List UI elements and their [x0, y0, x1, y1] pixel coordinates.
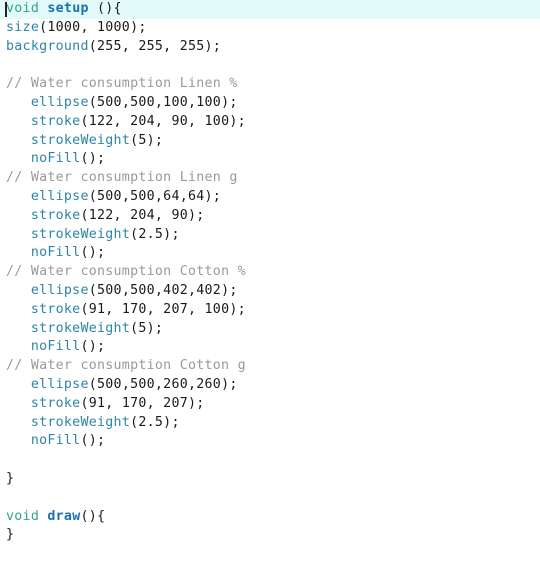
text-caret	[5, 2, 7, 17]
code-token-fn: noFill	[30, 339, 81, 355]
code-token-punc: (122, 204, 90);	[80, 207, 205, 223]
code-token-fn: noFill	[30, 151, 81, 167]
code-line[interactable]: strokeWeight(5);	[0, 320, 540, 339]
code-token-punc: (500,500,64,64);	[88, 188, 222, 204]
code-token-fn: noFill	[30, 433, 81, 449]
code-line[interactable]: strokeWeight(2.5);	[0, 226, 540, 245]
code-line[interactable]	[0, 56, 540, 75]
code-token-punc: (5);	[130, 320, 164, 336]
code-token-punc: (1000, 1000);	[39, 19, 147, 35]
code-line[interactable]: strokeWeight(5);	[0, 132, 540, 151]
code-token-cmt: // Water consumption Linen g	[6, 170, 238, 186]
code-token-fn: stroke	[30, 207, 81, 223]
code-token-kw: void	[6, 508, 40, 524]
code-token-punc: (91, 170, 207);	[80, 395, 205, 411]
code-token-fn: strokeWeight	[30, 320, 131, 336]
code-line[interactable]: stroke(122, 204, 90, 100);	[0, 113, 540, 132]
code-line[interactable]: noFill();	[0, 338, 540, 357]
code-token-fn: ellipse	[30, 188, 89, 204]
code-line[interactable]: ellipse(500,500,260,260);	[0, 376, 540, 395]
code-token-brace: }	[6, 470, 15, 486]
code-line[interactable]: void draw(){	[0, 508, 540, 527]
code-line[interactable]: stroke(91, 170, 207, 100);	[0, 301, 540, 320]
code-token-fn: ellipse	[30, 376, 89, 392]
code-token-punc: (500,500,100,100);	[88, 94, 238, 110]
code-line[interactable]: stroke(122, 204, 90);	[0, 207, 540, 226]
code-token-punc: ();	[80, 245, 106, 261]
code-token-punc: (255, 255, 255);	[88, 38, 222, 54]
code-line[interactable]: ellipse(500,500,64,64);	[0, 188, 540, 207]
code-token-punc: ();	[80, 433, 106, 449]
code-token-fn: background	[6, 38, 89, 54]
code-token-punc: (2.5);	[130, 226, 180, 242]
code-token-fn: stroke	[30, 395, 81, 411]
code-token-punc: ();	[80, 339, 106, 355]
code-line[interactable]: strokeWeight(2.5);	[0, 414, 540, 433]
code-token-fn: stroke	[30, 113, 81, 129]
code-line[interactable]: }	[0, 470, 540, 489]
code-token-punc: (2.5);	[130, 414, 180, 430]
code-token-fn: stroke	[30, 301, 81, 317]
code-token-punc: (500,500,402,402);	[88, 282, 238, 298]
code-token-kw: void	[6, 1, 40, 16]
code-line[interactable]: // Water consumption Cotton %	[0, 263, 540, 282]
code-text-area[interactable]: void setup (){size(1000, 1000); backgroun…	[0, 0, 540, 545]
code-line[interactable]	[0, 489, 540, 508]
code-token-punc: (122, 204, 90, 100);	[80, 113, 246, 129]
code-token-punc: (){	[88, 1, 122, 16]
code-line[interactable]: noFill();	[0, 150, 540, 169]
code-token-brace: }	[6, 527, 15, 543]
code-token-punc: (){	[80, 508, 106, 524]
code-token-fn: ellipse	[30, 282, 89, 298]
code-line[interactable]: // Water consumption Linen %	[0, 75, 540, 94]
code-token-fn: size	[6, 19, 40, 35]
code-line[interactable]: void setup (){	[0, 0, 540, 19]
code-token-fn: noFill	[30, 245, 81, 261]
code-token-cmt: // Water consumption Linen %	[6, 76, 238, 92]
code-line[interactable]: stroke(91, 170, 207);	[0, 395, 540, 414]
code-line[interactable]: ellipse(500,500,100,100);	[0, 94, 540, 113]
code-token-fn: strokeWeight	[30, 132, 131, 148]
code-line[interactable]: noFill();	[0, 432, 540, 451]
code-token-cmt: // Water consumption Cotton g	[6, 358, 246, 374]
code-token-punc: (500,500,260,260);	[88, 376, 238, 392]
code-line[interactable]: size(1000, 1000);	[0, 19, 540, 38]
code-token-cmt: // Water consumption Cotton %	[6, 264, 246, 280]
code-token-fnname: draw	[47, 508, 81, 524]
code-token-punc: (5);	[130, 132, 164, 148]
code-line[interactable]: // Water consumption Cotton g	[0, 357, 540, 376]
code-line[interactable]: background(255, 255, 255);	[0, 38, 540, 57]
code-editor-pane[interactable]: void setup (){size(1000, 1000); backgroun…	[0, 0, 540, 561]
code-line[interactable]	[0, 451, 540, 470]
code-token-punc: (91, 170, 207, 100);	[80, 301, 246, 317]
code-token-fn: strokeWeight	[30, 414, 131, 430]
code-token-punc: ();	[80, 151, 106, 167]
code-token-fn: strokeWeight	[30, 226, 131, 242]
code-line[interactable]: ellipse(500,500,402,402);	[0, 282, 540, 301]
code-token-fn: ellipse	[30, 94, 89, 110]
code-token-fnname: setup	[47, 1, 89, 16]
code-line[interactable]: }	[0, 526, 540, 545]
code-line[interactable]: // Water consumption Linen g	[0, 169, 540, 188]
code-line[interactable]: noFill();	[0, 244, 540, 263]
